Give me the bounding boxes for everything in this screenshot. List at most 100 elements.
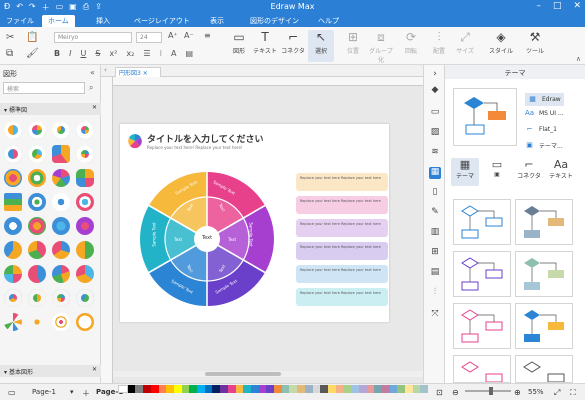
section-basic-shapes[interactable]: ▾ 基本図形 ✕ <box>0 365 101 377</box>
shape-thumb[interactable] <box>52 241 70 259</box>
theme-card[interactable] <box>515 303 573 349</box>
connector-tool[interactable]: ⌐ コネクタ <box>280 30 306 55</box>
color-tab[interactable]: ▭ ▣ <box>483 158 511 186</box>
fit-page-icon[interactable]: ⊡ <box>436 388 443 397</box>
zoom-slider-handle[interactable] <box>489 387 493 395</box>
shape-thumb[interactable] <box>4 241 22 259</box>
shape-thumb[interactable] <box>28 145 46 163</box>
theme-card[interactable] <box>515 199 573 245</box>
theme-card[interactable] <box>453 355 511 383</box>
italic-icon[interactable]: I <box>69 49 71 58</box>
shape-thumb[interactable] <box>4 121 22 139</box>
theme-option-flat[interactable]: ⌐ Flat_1 <box>525 125 557 134</box>
shape-thumb[interactable] <box>28 241 46 259</box>
maximize-icon[interactable]: □ <box>553 1 562 11</box>
theme-option-edraw[interactable]: ▦ Edraw <box>525 93 564 106</box>
shape-thumb[interactable] <box>4 217 22 235</box>
shape-thumb[interactable] <box>76 313 94 331</box>
text-box-pink[interactable]: Replace your text here Replace your text… <box>296 196 388 214</box>
shape-thumb[interactable] <box>52 265 70 283</box>
theme-option-more[interactable]: ▣ テーマ... <box>525 141 563 150</box>
page-view-icon[interactable]: ▭ <box>8 388 16 397</box>
text-box-blue[interactable]: Replace your text here Replace your text… <box>296 265 388 283</box>
fullscreen-icon[interactable]: ⤢ <box>554 388 560 398</box>
segment-inner-text[interactable]: Text <box>174 237 182 242</box>
theme-option-ms-ui[interactable]: Aa MS UI ... <box>525 109 564 118</box>
fit-icon[interactable]: ⤧ <box>429 309 441 321</box>
shape-thumb[interactable] <box>4 313 22 331</box>
section-standard[interactable]: ▾ 標準図 ✕ <box>0 103 101 115</box>
cut-icon[interactable]: ✂ <box>6 32 14 43</box>
align-tool[interactable]: ⫶ 配置 <box>426 30 452 55</box>
text-box-purple[interactable]: Replace your text here Replace your text… <box>296 219 388 237</box>
theme-tab[interactable]: ▦ テーマ <box>451 158 479 186</box>
menu-file[interactable]: ファイル <box>6 16 34 26</box>
menu-help[interactable]: ヘルプ <box>318 16 339 26</box>
menu-home[interactable]: ホーム <box>42 15 75 27</box>
bold-icon[interactable]: B <box>54 49 60 58</box>
font-shrink-icon[interactable]: A⁻ <box>184 31 194 40</box>
zoom-level[interactable]: 55% <box>528 388 544 396</box>
table-icon[interactable]: ⊞ <box>429 247 441 259</box>
collapse-panel-icon[interactable]: › <box>429 69 441 81</box>
shape-thumb[interactable] <box>52 217 70 235</box>
tools-tool[interactable]: ⚒ ツール <box>522 30 548 55</box>
close-icon[interactable]: ✕ <box>573 1 581 11</box>
underline-icon[interactable]: U <box>80 49 86 58</box>
zoom-slider[interactable] <box>465 387 511 395</box>
shape-thumb[interactable] <box>76 193 94 211</box>
section-close-icon[interactable]: ✕ <box>92 366 97 373</box>
shape-thumb[interactable] <box>52 193 70 211</box>
shape-thumb[interactable] <box>28 193 46 211</box>
menu-view[interactable]: 表示 <box>210 16 224 26</box>
shape-thumb[interactable] <box>28 313 46 331</box>
font-grow-icon[interactable]: A⁺ <box>168 31 178 40</box>
font-family-select[interactable]: Meiryo <box>54 32 132 43</box>
bullets-icon[interactable]: ☰ <box>143 49 150 58</box>
text-tool[interactable]: T テキスト <box>252 30 278 55</box>
shape-thumb[interactable] <box>28 121 46 139</box>
text-box-teal[interactable]: Replace your text here Replace your text… <box>296 288 388 306</box>
page-selector[interactable]: Page-1 <box>32 388 56 396</box>
scrollbar-thumb[interactable] <box>205 372 281 376</box>
shape-thumb[interactable] <box>76 121 94 139</box>
rotate-tool[interactable]: ⟳ 回転 <box>398 30 424 55</box>
shape-thumb[interactable] <box>28 289 46 307</box>
superscript-icon[interactable]: x² <box>109 49 117 58</box>
page-icon[interactable]: ▯ <box>429 187 441 199</box>
strikethrough-icon[interactable]: S <box>95 49 100 58</box>
text-box-yellow[interactable]: Replace your text here Replace your text… <box>296 173 388 191</box>
layers-icon[interactable]: ≋ <box>429 147 441 159</box>
shape-thumb[interactable] <box>4 193 22 211</box>
shape-thumb[interactable] <box>52 313 70 331</box>
center-text[interactable]: Text <box>194 235 220 241</box>
shape-thumb[interactable] <box>4 265 22 283</box>
theme-card[interactable] <box>453 251 511 297</box>
theme-card[interactable] <box>515 355 573 383</box>
color-palette[interactable] <box>118 385 429 393</box>
minimize-icon[interactable]: – <box>536 1 541 11</box>
theme-card[interactable] <box>453 199 511 245</box>
line-style-icon[interactable]: ▭ <box>429 107 441 119</box>
page-dropdown-icon[interactable]: ▾ <box>70 388 74 396</box>
align-center-icon[interactable]: ≡ <box>204 31 211 40</box>
shape-thumb[interactable] <box>52 289 70 307</box>
highlight-icon[interactable]: ▤ <box>186 49 194 58</box>
position-tool[interactable]: ⊞ 位置 <box>340 30 366 55</box>
select-tool[interactable]: ↖ 選択 <box>308 30 334 62</box>
format-painter-icon[interactable]: 🖌 <box>26 48 39 59</box>
shape-thumb[interactable] <box>28 265 46 283</box>
history-icon[interactable]: ▤ <box>429 267 441 279</box>
font-color-icon[interactable]: A <box>171 49 176 58</box>
segment-inner-text[interactable]: Text <box>228 237 236 242</box>
group-tool[interactable]: ⧈ グループ化 <box>368 30 394 64</box>
shape-thumb[interactable] <box>52 121 70 139</box>
shape-thumb[interactable] <box>76 241 94 259</box>
shape-thumb[interactable] <box>4 145 22 163</box>
theme-card[interactable] <box>515 251 573 297</box>
diagram-title[interactable]: タイトルを入力してください <box>147 132 263 145</box>
segment-sample-text[interactable]: Sample Text <box>152 222 157 246</box>
text-tab[interactable]: Aa テキスト <box>547 158 575 186</box>
font-size-select[interactable]: 24 <box>136 32 162 43</box>
shape-thumb[interactable] <box>52 169 70 187</box>
